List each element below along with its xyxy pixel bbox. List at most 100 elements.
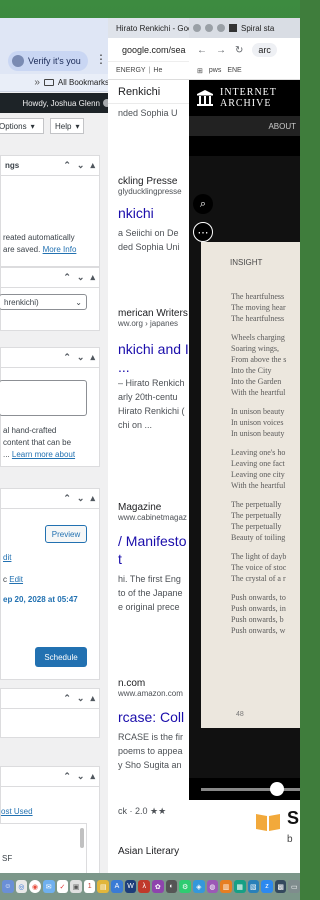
dock: ☺ ◎ ◉ ✉ ✓ ▣ 1 ▤ A W λ ✿ ◐ ⚙ ◈ ◍ ▥ ▦ ▧ z … (0, 873, 300, 900)
move-down-icon[interactable]: ⌄ (77, 493, 85, 504)
address-bar[interactable]: google.com/sea (108, 38, 200, 62)
maps-icon[interactable]: ◈ (192, 880, 205, 893)
more-info-link[interactable]: More Info (43, 245, 77, 254)
app-icon[interactable]: ▩ (274, 880, 287, 893)
toggle-panel-icon[interactable]: ▴ (90, 693, 95, 704)
bookmark-item[interactable]: ENERGY (116, 67, 146, 74)
schedule-date[interactable]: ep 20, 2028 at 05:47 (3, 595, 78, 604)
panel-header[interactable]: ⌃ ⌄ ▴ (1, 348, 99, 368)
podcasts-icon[interactable]: ◍ (206, 880, 219, 893)
result-title[interactable]: nkichi and I (118, 340, 200, 358)
chrome-icon[interactable]: ◉ (29, 880, 41, 893)
toggle-panel-icon[interactable]: ▴ (90, 272, 95, 283)
about-link[interactable]: ABOUT (268, 122, 296, 131)
move-down-icon[interactable]: ⌄ (77, 693, 85, 704)
help-button[interactable]: Help ▾ (50, 118, 84, 134)
all-bookmarks-link[interactable]: All Bookmarks (58, 78, 109, 87)
acrobat-icon[interactable]: λ (138, 880, 151, 893)
category-list[interactable]: SF (0, 823, 87, 873)
search-result[interactable]: Asian Literary (118, 846, 200, 857)
calendar-icon[interactable]: 1 (83, 880, 96, 893)
move-down-icon[interactable]: ⌄ (77, 272, 85, 283)
toggle-panel-icon[interactable]: ▴ (90, 160, 95, 171)
bookmark-item[interactable]: He (153, 67, 162, 74)
notes-icon[interactable]: ▤ (97, 880, 110, 893)
mail-icon[interactable]: ✉ (42, 880, 55, 893)
result-title[interactable]: rcase: Coll (118, 708, 200, 726)
books-icon[interactable]: ▥ (220, 880, 232, 893)
verify-identity-button[interactable]: Verify it's you (8, 51, 88, 71)
toggle-panel-icon[interactable]: ▴ (90, 352, 95, 363)
result-title[interactable]: / Manifesto (118, 532, 200, 550)
page-slider[interactable] (189, 778, 300, 800)
panel-header[interactable]: ⌃ ⌄ ▴ (1, 767, 99, 787)
search-query[interactable]: Renkichi (108, 80, 200, 104)
browser-tab[interactable]: Hirato Renkichi - Google (108, 18, 200, 38)
bookmark-item[interactable]: ENE (227, 67, 241, 74)
move-down-icon[interactable]: ⌄ (77, 771, 85, 782)
result-title-cont[interactable]: t (118, 550, 200, 568)
move-down-icon[interactable]: ⌄ (77, 352, 85, 363)
app-icon[interactable]: ▧ (247, 880, 260, 893)
panel-header[interactable]: ⌃ ⌄ ▴ (1, 689, 99, 709)
category-item[interactable]: SF (2, 854, 12, 863)
slider-knob[interactable] (270, 782, 285, 796)
reminders-icon[interactable]: ✓ (56, 880, 69, 893)
preview-icon[interactable]: ▣ (70, 880, 82, 893)
slider-track[interactable] (201, 788, 300, 791)
apps-icon[interactable]: ⊞ (197, 67, 203, 75)
back-icon[interactable]: ← (197, 45, 207, 56)
learn-more-link[interactable]: Learn more about (12, 450, 75, 459)
screen-options-button[interactable]: Options ▾ (0, 118, 44, 134)
preview-button[interactable]: Preview (45, 525, 87, 543)
search-result[interactable]: merican Writers ww.org › japanes nkichi … (118, 308, 200, 432)
panel-header[interactable]: ngs ⌃ ⌄ ▴ (1, 156, 99, 176)
move-up-icon[interactable]: ⌃ (63, 771, 71, 782)
archive-logo[interactable]: INTERNET ARCHIVE (220, 87, 277, 109)
excerpt-textarea[interactable] (0, 380, 87, 416)
howdy-user[interactable]: Howdy, Joshua Glenn (22, 99, 100, 108)
panel-header[interactable]: ⌃ ⌄ ▴ (1, 489, 99, 509)
most-used-tab[interactable]: ost Used (1, 807, 33, 816)
move-up-icon[interactable]: ⌃ (63, 693, 71, 704)
toggle-panel-icon[interactable]: ▴ (90, 771, 95, 782)
search-result[interactable]: ckling Presse glyducklingpresse nkichi a… (118, 176, 200, 254)
edit-visibility-link[interactable]: Edit (9, 575, 23, 584)
move-up-icon[interactable]: ⌃ (63, 160, 71, 171)
window-controls[interactable] (193, 24, 225, 32)
appstore-icon[interactable]: A (111, 880, 123, 893)
settings-icon[interactable]: ⚙ (179, 880, 191, 893)
result-title[interactable]: nkichi (118, 204, 200, 222)
activity-icon[interactable]: ◐ (165, 880, 178, 893)
category-scrollbar[interactable] (80, 828, 84, 848)
app-icon[interactable]: ▦ (233, 880, 246, 893)
archive-building-icon[interactable] (196, 89, 214, 107)
address-bar[interactable]: arc (252, 43, 277, 57)
photos-icon[interactable]: ✿ (152, 880, 164, 893)
browser-menu-icon[interactable]: ⋮ (95, 52, 107, 66)
tab-title[interactable]: Spiral sta (241, 24, 274, 33)
move-up-icon[interactable]: ⌃ (63, 352, 71, 363)
finder-icon[interactable]: ☺ (2, 880, 14, 893)
bookmark-item[interactable]: pws (209, 67, 221, 74)
chevron-right-icon[interactable]: » (34, 77, 40, 88)
move-up-icon[interactable]: ⌃ (63, 272, 71, 283)
search-result[interactable]: Magazine www.cabinetmagaz / Manifesto t … (118, 502, 200, 614)
search-icon[interactable]: ⌕ (193, 194, 213, 214)
panel-header[interactable]: ⌃ ⌄ ▴ (1, 268, 99, 288)
reload-icon[interactable]: ↻ (235, 45, 243, 56)
edit-status-link[interactable]: dit (3, 553, 11, 562)
schedule-button[interactable]: Schedule (35, 647, 87, 667)
result-title-cont[interactable]: ... (118, 358, 200, 376)
move-down-icon[interactable]: ⌄ (77, 160, 85, 171)
finder-window-icon[interactable]: ▭ (288, 880, 300, 893)
move-up-icon[interactable]: ⌃ (63, 493, 71, 504)
toggle-panel-icon[interactable]: ▴ (90, 493, 95, 504)
safari-icon[interactable]: ◎ (15, 880, 28, 893)
more-options-icon[interactable]: ⋯ (193, 222, 213, 242)
word-icon[interactable]: W (124, 880, 137, 893)
forward-icon[interactable]: → (216, 45, 226, 56)
search-result[interactable]: n.com www.amazon.com rcase: Coll RCASE i… (118, 678, 200, 772)
author-select[interactable]: hrenkichi) ⌄ (0, 294, 87, 310)
zoom-icon[interactable]: z (261, 880, 273, 893)
